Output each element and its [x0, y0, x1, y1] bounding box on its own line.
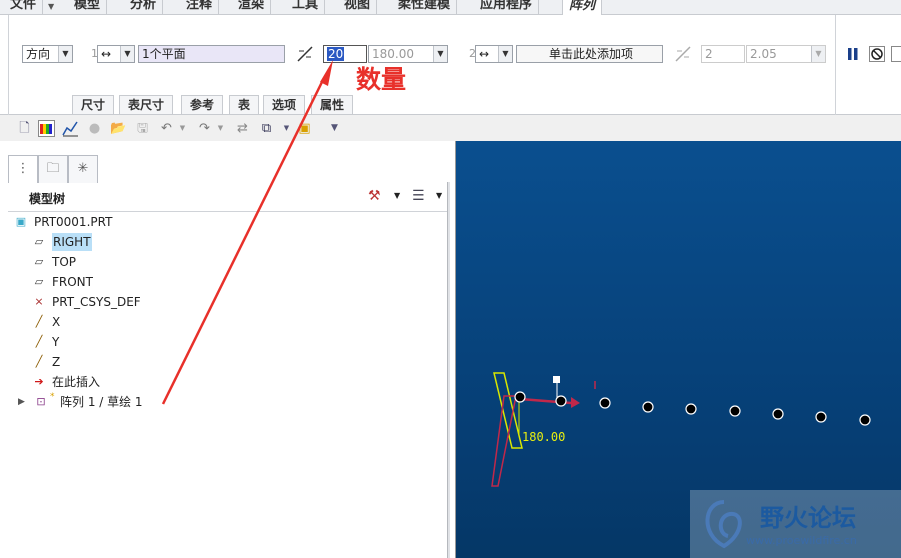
chevron-down-icon: ▼ [498, 46, 512, 62]
graph-icon[interactable] [62, 120, 79, 137]
watermark-url: www.proewildfire.cn [746, 534, 857, 547]
direction1-reference-value: 1个平面 [142, 47, 186, 61]
open-folder-icon[interactable]: 📂 [110, 120, 127, 137]
menu-tab-flexible-modeling[interactable]: 柔性建模 [392, 0, 458, 15]
no-preview-icon[interactable] [869, 46, 885, 62]
subtab-tables[interactable]: 表 [229, 95, 260, 115]
menu-tab-model[interactable]: 模型 [68, 0, 108, 15]
direction2-spacing-input[interactable]: 2.05 ▼ [746, 45, 826, 63]
direction2-reference-placeholder: 单击此处添加项 [548, 47, 633, 61]
axis-icon: ╱ [35, 355, 43, 368]
redo-icon[interactable]: ↷ [196, 120, 213, 137]
subtab-properties[interactable]: 属性 [311, 95, 354, 115]
annotation-label: 数量 [356, 65, 407, 94]
menu-tab-pattern[interactable]: 阵列 [562, 0, 603, 15]
navigator-panel: ⋮ 🗀 ✳ 模型树 ⚒ ▼ ☰ ▼ ▣ PRT0001.PRT ▱ RIGHT … [0, 141, 455, 558]
color-appearance-icon[interactable] [38, 120, 55, 137]
pattern-type-dropdown[interactable]: 方向 ▼ [22, 45, 73, 63]
folder-browser-tab-icon[interactable]: 🗀 [38, 155, 68, 183]
new-file-icon[interactable]: 🗋 [16, 120, 33, 137]
menu-tab-file[interactable]: 文件 [4, 0, 44, 15]
pattern-dashboard: 方向 ▼ 1 ↔ ▼ 1个平面 20 180.00 ▼ 2 ↔ ▼ 单击此处添加… [0, 15, 901, 115]
verify-glasses-icon[interactable] [891, 46, 901, 62]
csys-icon: ⨯ [34, 295, 44, 308]
datum-plane-icon: ▱ [34, 255, 44, 268]
axis-icon: ╱ [35, 335, 43, 348]
menu-tab-view[interactable]: 视图 [338, 0, 378, 15]
flip-direction1-icon[interactable] [296, 45, 314, 63]
menu-bar: 文件 ▼ 模型 分析 注释 渲染 工具 视图 柔性建模 应用程序 阵列 [0, 0, 901, 15]
file-menu-chevron-icon[interactable]: ▼ [48, 2, 54, 11]
tree-settings-icon[interactable]: ⚒ [368, 188, 381, 204]
direction2-type-dropdown[interactable]: ↔ ▼ [475, 45, 513, 63]
menu-tab-analysis[interactable]: 分析 [124, 0, 164, 15]
direction2-count-input[interactable]: 2 [701, 45, 745, 63]
direction-arrows-icon: ↔ [101, 47, 112, 61]
subtab-table-dimensions[interactable]: 表尺寸 [119, 95, 174, 115]
menu-tab-annotate[interactable]: 注释 [180, 0, 220, 15]
windows-icon[interactable]: ⧉ [258, 120, 275, 137]
subtab-options[interactable]: 选项 [263, 95, 306, 115]
menu-tab-render[interactable]: 渲染 [232, 0, 272, 15]
undo-chevron-icon[interactable]: ▼ [174, 120, 191, 137]
pattern-star-icon: * [50, 392, 55, 402]
model-tree-title: 模型树 [29, 192, 66, 206]
undo-icon[interactable]: ↶ [158, 120, 175, 137]
watermark: 野火论坛 www.proewildfire.cn [690, 490, 901, 558]
direction1-type-dropdown[interactable]: ↔ ▼ [97, 45, 135, 63]
windows-chevron-icon[interactable]: ▼ [278, 120, 295, 137]
show-chevron-icon[interactable]: ▼ [436, 191, 442, 200]
spacing-dimension-label: 180.00 [522, 430, 565, 444]
datum-plane-icon: ▱ [34, 235, 44, 248]
chevron-down-icon: ▼ [58, 46, 72, 62]
direction1-count-value: 20 [327, 47, 345, 61]
menu-tab-applications[interactable]: 应用程序 [474, 0, 540, 15]
direction1-spacing-value: 180.00 [372, 47, 414, 61]
close-window-icon[interactable]: ▣ [296, 120, 313, 137]
axis-icon: ╱ [35, 315, 43, 328]
expand-arrow-icon[interactable]: ▶ [18, 393, 25, 411]
flip-direction2-icon[interactable] [674, 45, 692, 63]
model-tree-header: 模型树 ⚒ ▼ ☰ ▼ [8, 184, 448, 212]
regenerate-icon[interactable]: ⇄ [234, 120, 251, 137]
pattern-type-value: 方向 [26, 47, 51, 61]
pattern-icon: ⊡ [36, 395, 46, 408]
sphere-icon[interactable]: ● [86, 120, 103, 137]
watermark-logo-icon [705, 500, 742, 549]
chevron-down-icon: ▼ [120, 46, 134, 62]
model-tree-tab-icon[interactable]: ⋮ [8, 155, 38, 183]
customize-toolbar-chevron-icon[interactable]: ▼ [326, 120, 343, 137]
chevron-down-icon: ▼ [811, 46, 825, 62]
direction2-spacing-value: 2.05 [750, 47, 777, 61]
save-icon[interactable]: 🖫 [134, 120, 151, 137]
watermark-title: 野火论坛 [760, 503, 856, 532]
pause-icon[interactable] [846, 46, 860, 62]
direction2-count-value: 2 [705, 47, 713, 61]
subtab-dimensions[interactable]: 尺寸 [72, 95, 115, 115]
direction1-reference-collector[interactable]: 1个平面 [138, 45, 285, 63]
subtab-references[interactable]: 参考 [181, 95, 224, 115]
menu-tab-tools[interactable]: 工具 [286, 0, 326, 15]
part-icon: ▣ [15, 215, 27, 228]
tree-scrollbar[interactable] [447, 182, 450, 558]
favorites-tab-icon[interactable]: ✳ [68, 155, 98, 183]
tree-settings-chevron-icon[interactable]: ▼ [394, 191, 400, 200]
show-list-icon[interactable]: ☰ [412, 188, 425, 204]
quick-access-toolbar: 🗋 ● 📂 🖫 ↶ ▼ ↷ ▼ ⇄ ⧉ ▼ ▣ ▼ [0, 116, 455, 141]
chevron-down-icon: ▼ [433, 46, 447, 62]
datum-plane-icon: ▱ [34, 275, 44, 288]
insert-arrow-icon: ➔ [34, 375, 44, 388]
redo-chevron-icon[interactable]: ▼ [212, 120, 229, 137]
direction2-reference-collector[interactable]: 单击此处添加项 [516, 45, 663, 63]
direction-arrows-icon: ↔ [479, 47, 490, 61]
graphics-window[interactable]: 180.00 野火论坛 www.proewildfire.cn [455, 141, 901, 558]
